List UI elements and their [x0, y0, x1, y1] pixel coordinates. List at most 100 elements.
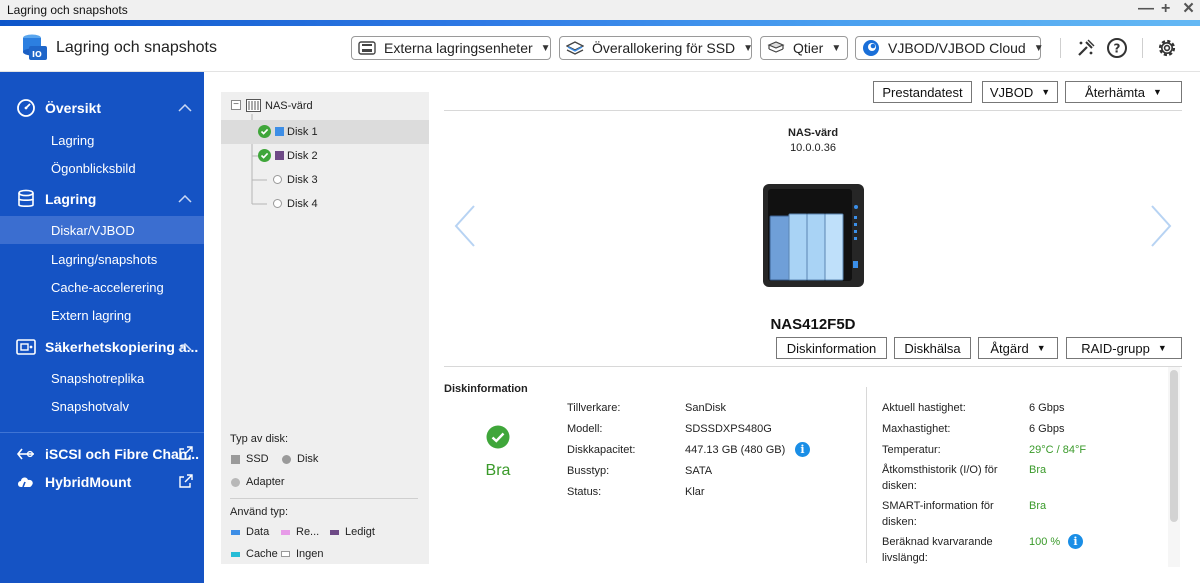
legend-adapter-label: Adapter — [246, 476, 285, 488]
settings-gear-icon[interactable] — [1156, 37, 1178, 59]
sidebar-item-cache-acceleration[interactable]: Cache-accelerering — [0, 273, 204, 301]
qtier-dropdown[interactable]: Qtier ▼ — [760, 36, 848, 60]
info-value: 6 Gbps — [1029, 402, 1065, 414]
minimize-button[interactable]: — — [1138, 0, 1154, 18]
chevron-up-icon[interactable] — [178, 340, 192, 354]
chevron-down-icon: ▼ — [540, 42, 551, 54]
svg-text:?: ? — [1114, 42, 1121, 56]
window-title: Lagring och snapshots — [7, 3, 128, 17]
empty-slot-icon — [273, 199, 282, 208]
info-value: Bra — [1029, 500, 1047, 512]
sidebar-section-storage[interactable]: Lagring — [0, 185, 204, 213]
sidebar-item-snapshot-replica[interactable]: Snapshotreplika — [0, 364, 204, 392]
check-ok-icon — [258, 125, 271, 138]
disk-status-text: Bra — [485, 462, 511, 479]
chevron-up-icon[interactable] — [178, 101, 192, 115]
sidebar-link-hybridmount[interactable]: HybridMount — [0, 468, 204, 496]
action-dropdown[interactable]: Åtgärd ▼ — [978, 337, 1058, 359]
app-name: Lagring och snapshots — [56, 39, 217, 56]
sidebar-item-snapshot-overview[interactable]: Ögonblicksbild — [0, 154, 204, 182]
chevron-down-icon: ▼ — [1036, 343, 1046, 353]
sidebar-link-iscsi[interactable]: iSCSI och Fibre Chan... — [0, 440, 204, 468]
check-ok-icon — [258, 149, 271, 162]
previous-arrow-icon[interactable] — [452, 204, 478, 248]
reserved-swatch — [281, 529, 290, 535]
disk-info-title: Diskinformation — [444, 383, 528, 395]
vjbod-cloud-label: VJBOD/VJBOD Cloud — [888, 40, 1026, 56]
chevron-up-icon[interactable] — [178, 192, 192, 206]
info-label: Aktuell hastighet: — [882, 402, 966, 414]
collapse-toggle-icon[interactable]: − — [231, 100, 241, 110]
capacity-info-icon[interactable]: i — [795, 442, 810, 457]
header-divider — [1060, 38, 1061, 58]
sidebar-section-backup[interactable]: Säkerhetskopiering a... — [0, 333, 204, 361]
legend-disk-label: Disk — [297, 453, 319, 465]
sidebar-section-overview-label: Översikt — [45, 100, 102, 116]
storage-app-icon: IO — [23, 34, 47, 60]
disk-swatch — [282, 454, 291, 464]
tree-item-disk-3[interactable]: Disk 3 — [221, 168, 429, 192]
header-divider — [1142, 38, 1143, 58]
info-label: Diskkapacitet: — [567, 444, 636, 456]
sidebar-item-lagring-overview[interactable]: Lagring — [0, 126, 204, 154]
nas-device-image — [763, 184, 864, 287]
diagnostic-tool-icon[interactable] — [1075, 37, 1097, 59]
raid-group-dropdown[interactable]: RAID-grupp ▼ — [1066, 337, 1182, 359]
info-value: 447.13 GB (480 GB) — [685, 444, 786, 456]
nas-host-name: NAS-värd — [787, 127, 839, 139]
recover-label: Återhämta — [1085, 84, 1146, 100]
empty-slot-icon — [273, 175, 282, 184]
legend-none: Ingen — [281, 548, 324, 560]
help-icon[interactable]: ? — [1106, 37, 1128, 59]
close-button[interactable]: × — [1183, 0, 1194, 20]
none-swatch — [281, 551, 290, 557]
cache-swatch — [231, 551, 240, 557]
maximize-button[interactable]: + — [1161, 0, 1170, 18]
scrollbar-thumb[interactable] — [1170, 370, 1178, 522]
nas-ip-address: 10.0.0.36 — [790, 142, 836, 154]
external-link-icon — [179, 473, 193, 491]
tree-root-nas[interactable]: − NAS-värd — [221, 94, 429, 118]
nas-model-name: NAS412F5D — [770, 316, 856, 333]
vjbod-cloud-dropdown[interactable]: VJBOD/VJBOD Cloud ▼ — [855, 36, 1044, 60]
sidebar-item-snapshot-vault[interactable]: Snapshotvalv — [0, 392, 204, 420]
sidebar-item-storage-snapshots[interactable]: Lagring/snapshots — [0, 245, 204, 273]
sidebar-item-external-storage[interactable]: Extern lagring — [0, 301, 204, 329]
sidebar-link-iscsi-label: iSCSI och Fibre Chan... — [45, 446, 200, 462]
tree-item-disk-1[interactable]: Disk 1 — [221, 120, 429, 144]
tree-item-disk-4[interactable]: Disk 4 — [221, 192, 429, 216]
sidebar-item-disks-vjbod[interactable]: Diskar/VJBOD — [0, 216, 204, 244]
legend-none-label: Ingen — [296, 548, 324, 560]
lifespan-info-icon[interactable]: i — [1068, 534, 1083, 549]
performance-test-button[interactable]: Prestandatest — [873, 81, 972, 103]
disk-type-title: Typ av disk: — [230, 433, 289, 445]
info-value: SDSSDXPS480G — [685, 423, 772, 435]
external-storage-dropdown[interactable]: Externa lagringsenheter ▼ — [351, 36, 551, 60]
legend-disk: Disk — [282, 453, 318, 465]
ssd-overprovisioning-dropdown[interactable]: Överallokering för SSD ▼ — [559, 36, 753, 60]
tree-item-label: Disk 2 — [287, 150, 318, 162]
next-arrow-icon[interactable] — [1148, 204, 1174, 248]
sidebar-section-overview[interactable]: Översikt — [0, 94, 204, 122]
nas-device-icon — [246, 99, 261, 115]
tree-item-label: Disk 1 — [287, 126, 318, 138]
info-divider — [444, 366, 1182, 367]
info-value: SATA — [685, 465, 713, 477]
info-label: Temperatur: — [882, 444, 941, 456]
tree-root-label: NAS-värd — [265, 100, 313, 112]
disk-information-button[interactable]: Diskinformation — [776, 337, 887, 359]
svg-text:IO: IO — [32, 50, 42, 59]
info-label: Åtkomsthistorik (I/O) för disken: — [882, 464, 998, 492]
recover-dropdown[interactable]: Återhämta ▼ — [1065, 81, 1182, 103]
info-label: SMART-information för disken: — [882, 500, 994, 528]
disk-health-button[interactable]: Diskhälsa — [894, 337, 971, 359]
app-header: IO Lagring och snapshots Externa lagring… — [0, 26, 1200, 72]
qtier-label: Qtier — [793, 40, 824, 56]
info-column-divider — [866, 387, 867, 563]
sidebar-divider — [0, 432, 204, 433]
legend-divider — [230, 498, 418, 499]
vjbod-dropdown[interactable]: VJBOD ▼ — [982, 81, 1058, 103]
tree-item-disk-2[interactable]: Disk 2 — [221, 144, 429, 168]
chevron-down-icon: ▼ — [1041, 87, 1051, 97]
legend-free-label: Ledigt — [345, 526, 375, 538]
